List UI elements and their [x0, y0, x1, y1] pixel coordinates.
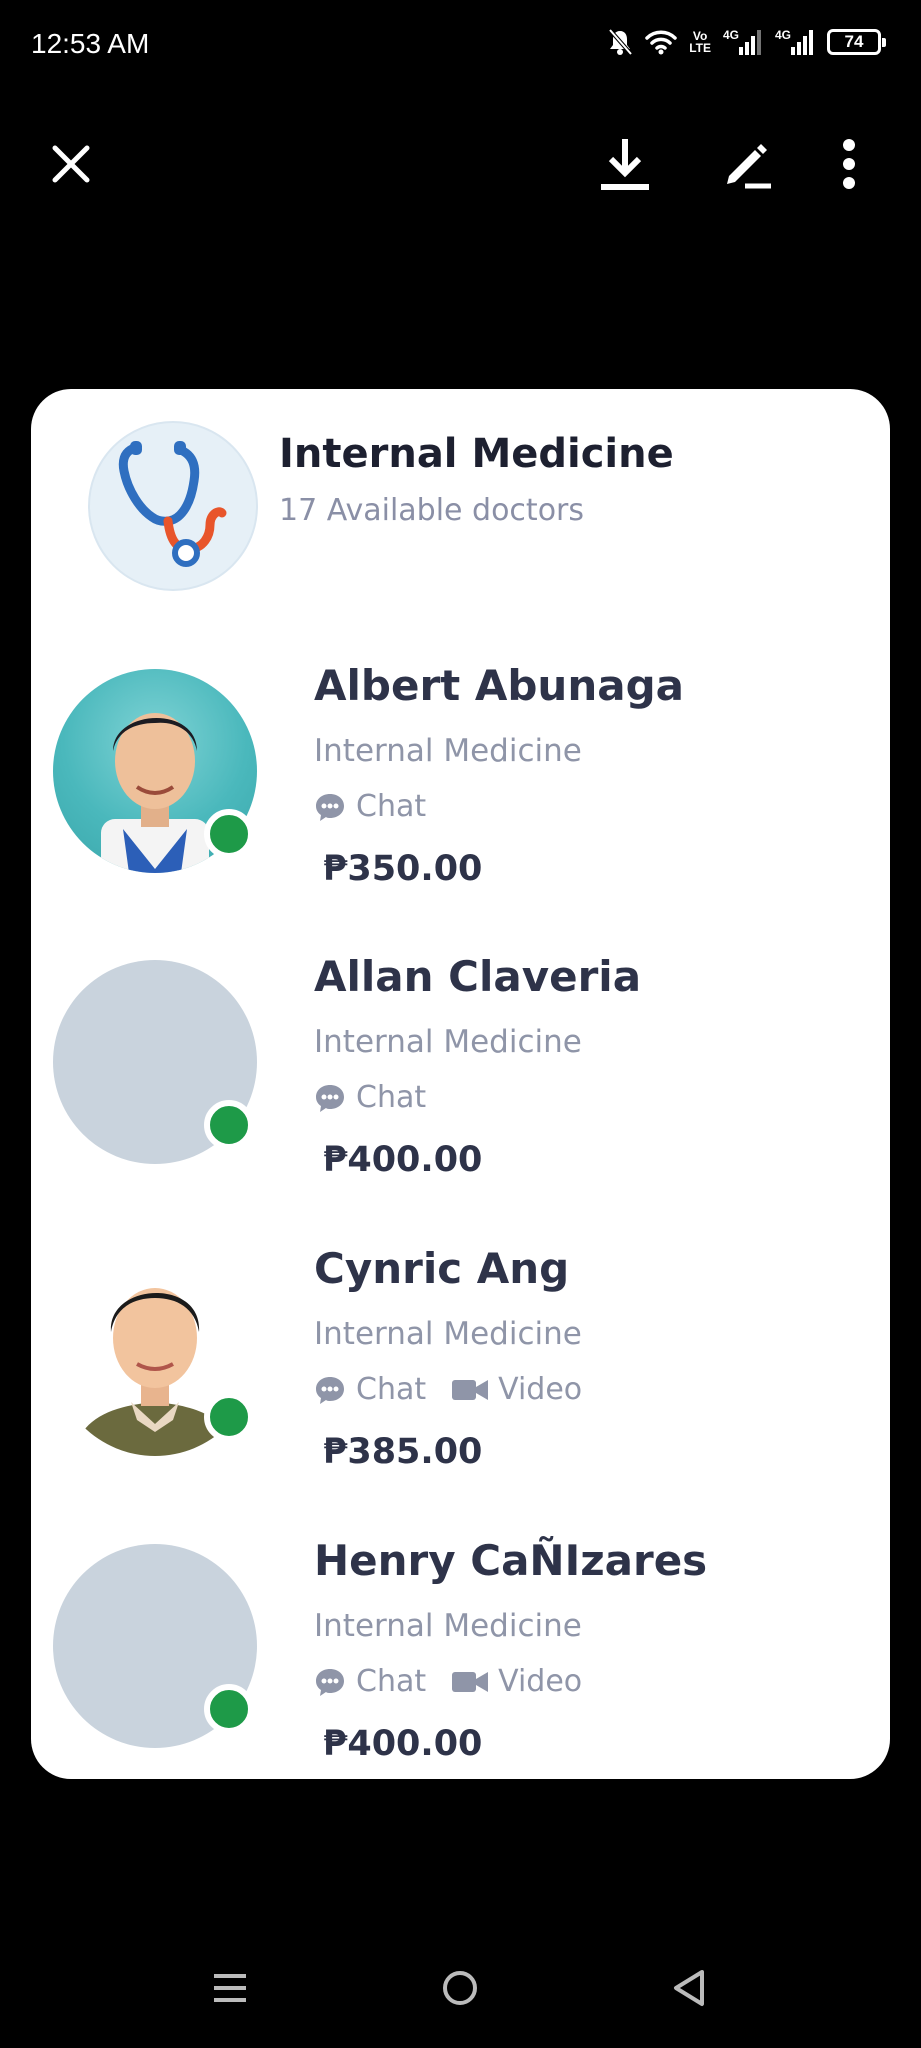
recents-button[interactable]: [190, 1950, 270, 2030]
chat-mode: Chat: [314, 1664, 426, 1699]
video-camera-icon: [452, 1670, 489, 1694]
close-icon: [51, 144, 91, 188]
more-options-button[interactable]: [813, 130, 885, 202]
doctor-specialty: Internal Medicine: [314, 1024, 582, 1060]
back-icon: [672, 1968, 706, 2012]
signal-4g-icon: 4G: [723, 29, 763, 55]
download-icon: [599, 137, 651, 195]
signal-4g-icon-2: 4G: [775, 29, 815, 55]
chat-mode: Chat: [314, 1372, 426, 1407]
doctor-name: Albert Abunaga: [314, 661, 684, 710]
recents-icon: [212, 1970, 248, 2010]
back-button[interactable]: [649, 1950, 729, 2030]
online-status-dot: [204, 1100, 254, 1150]
consult-modes: Chat Video: [314, 1372, 582, 1407]
chat-bubble-icon: [314, 1375, 346, 1405]
specialty-title: Internal Medicine: [279, 431, 674, 477]
bell-muted-icon: [607, 28, 633, 56]
edit-button[interactable]: [711, 130, 783, 202]
doctor-list-item[interactable]: Allan Claveria Internal Medicine Chat ₱4…: [31, 952, 890, 1252]
video-camera-icon: [452, 1378, 489, 1402]
online-status-dot: [204, 1392, 254, 1442]
consult-modes: Chat: [314, 789, 426, 824]
system-nav-bar: [0, 1950, 921, 2048]
available-doctors-count: 17 Available doctors: [279, 493, 585, 528]
volte-icon: Vo LTE: [689, 29, 711, 55]
consult-modes: Chat Video: [314, 1664, 582, 1699]
online-status-dot: [204, 809, 254, 859]
doctor-name: Allan Claveria: [314, 952, 642, 1001]
consult-price: ₱350.00: [323, 849, 483, 889]
battery-icon: 74: [827, 29, 886, 55]
battery-level: 74: [844, 32, 864, 51]
chat-mode: Chat: [314, 1080, 426, 1115]
doctor-list-card: Internal Medicine 17 Available doctors A…: [31, 389, 890, 1779]
viewer-toolbar: [0, 130, 921, 202]
edit-icon: [721, 138, 773, 194]
doctor-specialty: Internal Medicine: [314, 1316, 582, 1352]
stethoscope-icon: [118, 439, 228, 573]
consult-price: ₱400.00: [323, 1140, 483, 1180]
doctor-list-item[interactable]: Henry CaÑIzares Internal Medicine Chat V…: [31, 1536, 890, 1779]
chat-bubble-icon: [314, 792, 346, 822]
chat-bubble-icon: [314, 1667, 346, 1697]
consult-price: ₱385.00: [323, 1432, 483, 1472]
video-mode: Video: [452, 1664, 582, 1699]
status-bar: 12:53 AM Vo LTE 4G 4G 74: [0, 0, 921, 92]
close-button[interactable]: [35, 130, 107, 202]
online-status-dot: [204, 1684, 254, 1734]
doctor-list-item[interactable]: Cynric Ang Internal Medicine Chat Video …: [31, 1244, 890, 1544]
chat-mode: Chat: [314, 789, 426, 824]
home-icon: [441, 1969, 479, 2011]
doctor-name: Cynric Ang: [314, 1244, 570, 1293]
chat-bubble-icon: [314, 1083, 346, 1113]
more-vert-icon: [841, 139, 857, 193]
wifi-icon: [645, 29, 677, 55]
specialty-avatar: [88, 421, 258, 591]
doctor-specialty: Internal Medicine: [314, 1608, 582, 1644]
status-time: 12:53 AM: [31, 28, 150, 59]
consult-modes: Chat: [314, 1080, 426, 1115]
doctor-name: Henry CaÑIzares: [314, 1536, 708, 1585]
status-icons: Vo LTE 4G 4G 74: [607, 28, 886, 56]
consult-price: ₱400.00: [323, 1724, 483, 1764]
download-button[interactable]: [589, 130, 661, 202]
home-button[interactable]: [420, 1950, 500, 2030]
doctor-list-item[interactable]: Albert Abunaga Internal Medicine Chat ₱3…: [31, 661, 890, 961]
doctor-specialty: Internal Medicine: [314, 733, 582, 769]
video-mode: Video: [452, 1372, 582, 1407]
